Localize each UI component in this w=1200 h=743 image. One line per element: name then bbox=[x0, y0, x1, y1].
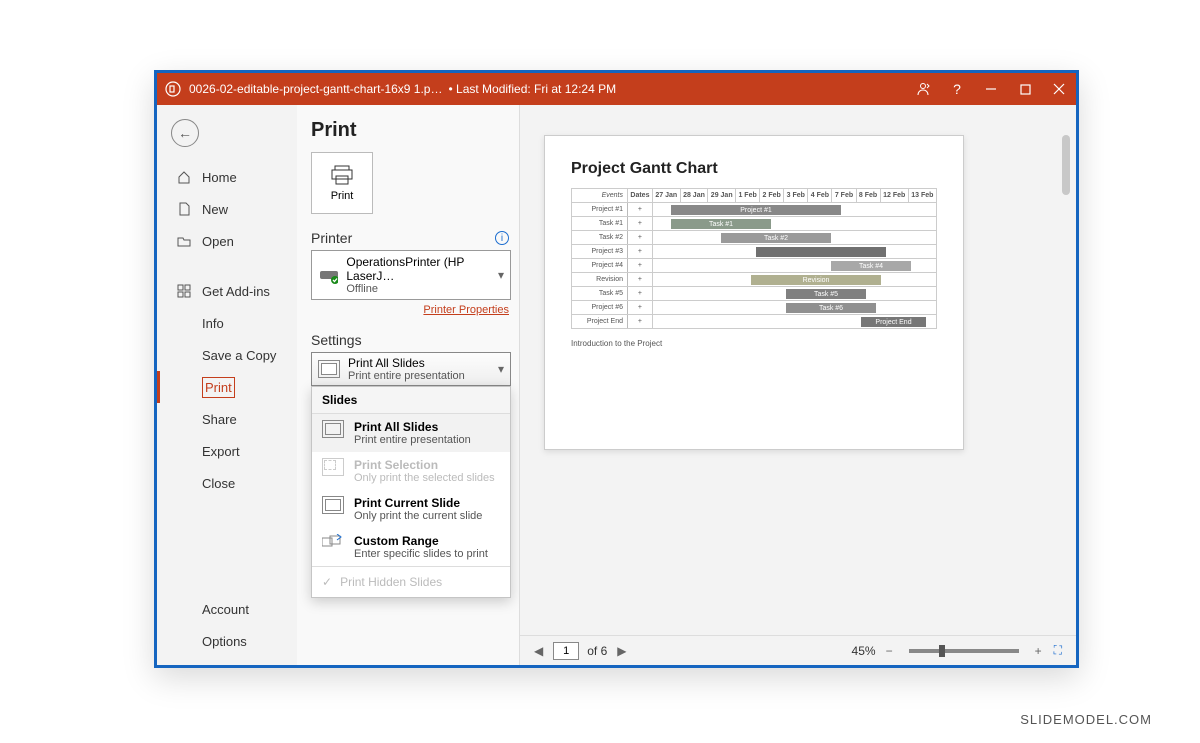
gantt-bar: Task #6 bbox=[786, 303, 876, 313]
print-button[interactable]: Print bbox=[311, 152, 373, 214]
back-button[interactable]: ← bbox=[171, 119, 199, 147]
menu-print-all[interactable]: Print All SlidesPrint entire presentatio… bbox=[312, 414, 510, 452]
sidebar-item-label: Close bbox=[202, 476, 235, 491]
printer-dropdown[interactable]: OperationsPrinter (HP LaserJ…Offline ▾ bbox=[311, 250, 511, 300]
open-icon bbox=[176, 234, 192, 248]
gantt-bar: Task #2 bbox=[721, 233, 831, 243]
sidebar-item-label: Export bbox=[202, 444, 240, 459]
custom-range-icon bbox=[322, 534, 344, 552]
chevron-down-icon: ▾ bbox=[498, 268, 504, 282]
settings-section-title: Settings bbox=[311, 332, 362, 348]
maximize-button[interactable] bbox=[1008, 73, 1042, 105]
gantt-bar: Revision bbox=[751, 275, 881, 285]
share-icon[interactable] bbox=[906, 73, 940, 105]
page-title: Print bbox=[311, 119, 519, 142]
printer-section-title: Printer bbox=[311, 230, 352, 246]
printer-properties-link[interactable]: Printer Properties bbox=[307, 300, 519, 316]
printer-icon bbox=[330, 164, 354, 186]
sidebar-options[interactable]: Options bbox=[157, 625, 297, 657]
printer-status: Offline bbox=[346, 283, 490, 295]
page-input[interactable] bbox=[553, 642, 579, 660]
sidebar-open[interactable]: Open bbox=[157, 225, 297, 257]
sidebar-item-label: Save a Copy bbox=[202, 348, 276, 363]
zoom-slider[interactable] bbox=[909, 649, 1019, 653]
print-settings-panel: Print Print Copies: 1▴▾ Printeri Operati… bbox=[297, 105, 519, 665]
app-window: 0026-02-editable-project-gantt-chart-16x… bbox=[154, 70, 1079, 668]
sidebar-export[interactable]: Export bbox=[157, 435, 297, 467]
sidebar-info[interactable]: Info bbox=[157, 307, 297, 339]
powerpoint-icon bbox=[157, 81, 189, 97]
preview-panel: Project Gantt Chart EventsDates 27 Jan28… bbox=[519, 105, 1076, 665]
chevron-down-icon: ▾ bbox=[498, 362, 504, 376]
help-icon[interactable]: ? bbox=[940, 73, 974, 105]
sidebar-item-label: Get Add-ins bbox=[202, 284, 270, 299]
fit-page-button[interactable]: ⛶ bbox=[1052, 643, 1064, 658]
preview-area[interactable]: Project Gantt Chart EventsDates 27 Jan28… bbox=[520, 105, 1076, 635]
minimize-button[interactable] bbox=[974, 73, 1008, 105]
selection-icon bbox=[322, 458, 344, 476]
slides-icon bbox=[318, 360, 340, 378]
printer-name: OperationsPrinter (HP LaserJ… bbox=[346, 255, 464, 283]
sidebar-addins[interactable]: Get Add-ins bbox=[157, 275, 297, 307]
zoom-value: 45% bbox=[852, 644, 876, 658]
new-icon bbox=[176, 202, 192, 216]
prev-page-button[interactable]: ◀ bbox=[532, 644, 545, 658]
check-icon: ✓ bbox=[322, 575, 332, 589]
slide-title: Project Gantt Chart bbox=[571, 160, 937, 178]
preview-scrollbar[interactable] bbox=[1060, 135, 1072, 625]
menu-custom-range[interactable]: Custom RangeEnter specific slides to pri… bbox=[312, 528, 510, 566]
info-icon[interactable]: i bbox=[495, 231, 509, 245]
print-range-dropdown[interactable]: Print All SlidesPrint entire presentatio… bbox=[311, 352, 511, 386]
print-button-label: Print bbox=[331, 190, 354, 202]
page-total: of 6 bbox=[587, 644, 607, 658]
slide-preview: Project Gantt Chart EventsDates 27 Jan28… bbox=[544, 135, 964, 450]
menu-print-hidden: ✓Print Hidden Slides bbox=[312, 567, 510, 597]
current-slide-icon bbox=[322, 496, 344, 514]
gantt-bar: Task #5 bbox=[786, 289, 866, 299]
sidebar-close[interactable]: Close bbox=[157, 467, 297, 499]
zoom-in-button[interactable]: + bbox=[1033, 644, 1044, 658]
gantt-bar: Project #1 bbox=[671, 205, 841, 215]
range-selected-sub: Print entire presentation bbox=[348, 370, 465, 382]
sidebar-item-label: Open bbox=[202, 234, 234, 249]
sidebar-item-label: Share bbox=[202, 412, 237, 427]
sidebar-home[interactable]: Home bbox=[157, 161, 297, 193]
sidebar-item-label: Print bbox=[202, 377, 235, 398]
home-icon bbox=[176, 170, 192, 184]
menu-header: Slides bbox=[312, 387, 510, 414]
addins-icon bbox=[176, 284, 192, 298]
watermark: SLIDEMODEL.COM bbox=[1020, 712, 1152, 727]
close-button[interactable] bbox=[1042, 73, 1076, 105]
slide-caption: Introduction to the Project bbox=[571, 339, 937, 348]
sidebar-account[interactable]: Account bbox=[157, 593, 297, 625]
gantt-bar: Task #1 bbox=[671, 219, 771, 229]
sidebar-item-label: Home bbox=[202, 170, 237, 185]
menu-print-selection: Print SelectionOnly print the selected s… bbox=[312, 452, 510, 490]
next-page-button[interactable]: ▶ bbox=[615, 644, 628, 658]
sidebar-item-label: Account bbox=[202, 602, 249, 617]
sidebar-item-label: New bbox=[202, 202, 228, 217]
last-modified: • Last Modified: Fri at 12:24 PM bbox=[446, 82, 906, 96]
sidebar-share[interactable]: Share bbox=[157, 403, 297, 435]
sidebar-new[interactable]: New bbox=[157, 193, 297, 225]
sidebar-save-copy[interactable]: Save a Copy bbox=[157, 339, 297, 371]
print-range-menu: Slides Print All SlidesPrint entire pres… bbox=[311, 386, 511, 598]
sidebar-item-label: Options bbox=[202, 634, 247, 649]
gantt-bar: Project End bbox=[861, 317, 926, 327]
sidebar-print[interactable]: Print bbox=[157, 371, 297, 403]
zoom-out-button[interactable]: − bbox=[884, 644, 895, 658]
gantt-bar: Task #4 bbox=[831, 261, 911, 271]
printer-device-icon bbox=[318, 265, 338, 285]
range-selected-title: Print All Slides bbox=[348, 356, 425, 370]
title-bar: 0026-02-editable-project-gantt-chart-16x… bbox=[157, 73, 1076, 105]
gantt-bar bbox=[756, 247, 886, 257]
file-name: 0026-02-editable-project-gantt-chart-16x… bbox=[189, 82, 446, 96]
preview-status-bar: ◀ of 6 ▶ 45% − + ⛶ bbox=[520, 635, 1076, 665]
backstage-sidebar: ← Home New Open Get Add-ins Info Save a … bbox=[157, 105, 297, 665]
sidebar-item-label: Info bbox=[202, 316, 224, 331]
all-slides-icon bbox=[322, 420, 344, 438]
menu-print-current[interactable]: Print Current SlideOnly print the curren… bbox=[312, 490, 510, 528]
